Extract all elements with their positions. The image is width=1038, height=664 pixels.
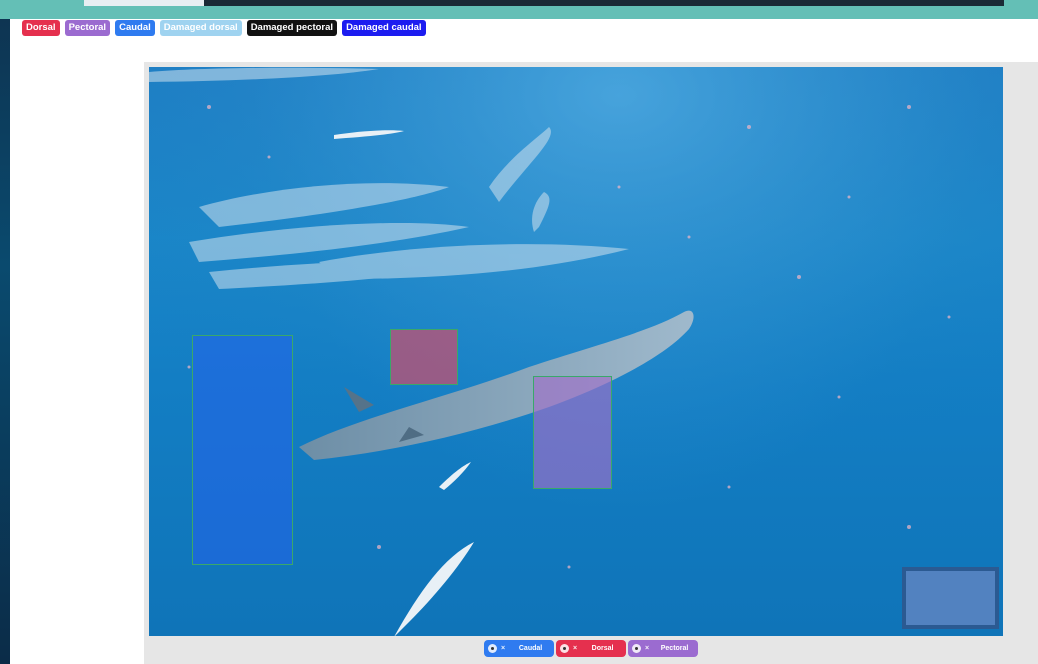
legend-pectoral[interactable]: Pectoral bbox=[64, 20, 111, 36]
close-icon[interactable]: × bbox=[501, 645, 505, 652]
tag-pectoral[interactable]: × Pectoral bbox=[628, 640, 698, 657]
legend-damaged-caudal[interactable]: Damaged caudal bbox=[342, 20, 426, 36]
legend-damaged-pectoral[interactable]: Damaged pectoral bbox=[246, 20, 338, 36]
eye-icon[interactable] bbox=[488, 644, 497, 653]
top-strip bbox=[84, 0, 1004, 6]
label-legend: Dorsal Pectoral Caudal Damaged dorsal Da… bbox=[22, 20, 426, 37]
top-bar bbox=[0, 0, 1038, 19]
tag-pectoral-label: Pectoral bbox=[660, 645, 689, 652]
minimap[interactable] bbox=[902, 567, 999, 629]
tag-dorsal[interactable]: × Dorsal bbox=[556, 640, 626, 657]
bbox-caudal[interactable] bbox=[192, 335, 293, 565]
annotation-app: Dorsal Pectoral Caudal Damaged dorsal Da… bbox=[0, 0, 1038, 664]
legend-damaged-dorsal[interactable]: Damaged dorsal bbox=[159, 20, 242, 36]
bbox-dorsal[interactable] bbox=[390, 329, 458, 385]
tag-dorsal-label: Dorsal bbox=[591, 645, 614, 652]
legend-caudal[interactable]: Caudal bbox=[115, 20, 155, 36]
eye-icon[interactable] bbox=[632, 644, 641, 653]
bbox-pectoral[interactable] bbox=[533, 376, 612, 489]
top-strip-light bbox=[84, 0, 204, 6]
close-icon[interactable]: × bbox=[573, 645, 577, 652]
tag-caudal[interactable]: × Caudal bbox=[484, 640, 554, 657]
legend-dorsal[interactable]: Dorsal bbox=[22, 20, 60, 36]
annotation-tag-bar: × Caudal × Dorsal × Pectoral bbox=[484, 640, 698, 657]
close-icon[interactable]: × bbox=[645, 645, 649, 652]
eye-icon[interactable] bbox=[560, 644, 569, 653]
tag-caudal-label: Caudal bbox=[518, 645, 543, 652]
